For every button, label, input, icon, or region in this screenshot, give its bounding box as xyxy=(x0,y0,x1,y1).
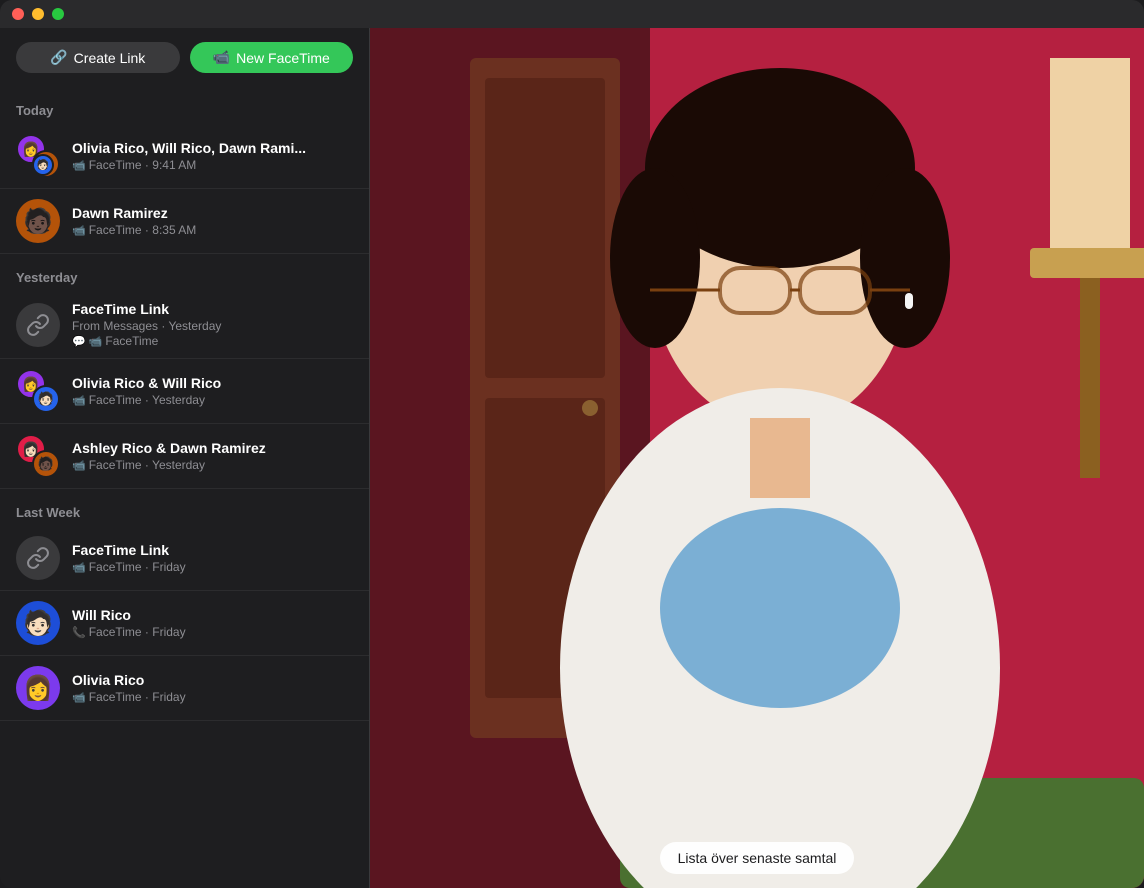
link-avatar xyxy=(16,536,60,580)
call-time: FaceTime · 8:35 AM xyxy=(89,223,197,237)
list-item[interactable]: 🧑🏻 Will Rico 📞 FaceTime · Friday xyxy=(0,591,369,656)
call-info: Will Rico 📞 FaceTime · Friday xyxy=(72,607,353,639)
maximize-button[interactable] xyxy=(52,8,64,20)
call-meta: 📞 FaceTime · Friday xyxy=(72,625,353,639)
call-time: FaceTime · Friday xyxy=(89,625,186,639)
avatar: 👩 xyxy=(16,666,60,710)
close-button[interactable] xyxy=(12,8,24,20)
section-today: Today xyxy=(0,87,369,124)
link-icon xyxy=(26,313,50,337)
call-time: FaceTime · Friday xyxy=(89,690,186,704)
call-info: Olivia Rico 📹 FaceTime · Friday xyxy=(72,672,353,704)
new-facetime-button[interactable]: 📹 New FaceTime xyxy=(190,42,354,73)
avatar: 🧑🏿 xyxy=(32,450,60,478)
call-info: Olivia Rico, Will Rico, Dawn Rami... 📹 F… xyxy=(72,140,353,172)
avatar: 🧑🏿 xyxy=(16,199,60,243)
minimize-button[interactable] xyxy=(32,8,44,20)
app-window: 🔗 Create Link 📹 New FaceTime Today 👩 🧑🏿 xyxy=(0,0,1144,888)
call-time: FaceTime · Yesterday xyxy=(89,393,205,407)
avatar-group: 👩 🧑🏻 xyxy=(16,369,60,413)
avatar-group: 👩🏻 🧑🏿 xyxy=(16,434,60,478)
avatar-group: 👩 🧑🏿 🧑🏻 xyxy=(16,134,60,178)
list-item[interactable]: 🧑🏿 Dawn Ramirez 📹 FaceTime · 8:35 AM xyxy=(0,189,369,254)
list-item[interactable]: FaceTime Link From Messages · Yesterday … xyxy=(0,291,369,359)
avatar: 🧑🏻 xyxy=(16,601,60,645)
section-lastweek: Last Week xyxy=(0,489,369,526)
call-name: Olivia Rico & Will Rico xyxy=(72,375,353,391)
call-meta: From Messages · Yesterday xyxy=(72,319,353,333)
call-name: Dawn Ramirez xyxy=(72,205,353,221)
new-facetime-label: New FaceTime xyxy=(236,50,330,66)
video-background xyxy=(370,28,1144,888)
caption-text: Lista över senaste samtal xyxy=(660,842,855,874)
call-meta: 📹 FaceTime · Yesterday xyxy=(72,393,353,407)
avatar: 🧑🏻 xyxy=(32,385,60,413)
video-icon: 📹 xyxy=(72,394,86,407)
call-time: FaceTime · 9:41 AM xyxy=(89,158,197,172)
call-name: FaceTime Link xyxy=(72,301,353,317)
list-item[interactable]: 👩🏻 🧑🏿 Ashley Rico & Dawn Ramirez 📹 FaceT… xyxy=(0,424,369,489)
create-link-label: Create Link xyxy=(74,50,146,66)
link-icon xyxy=(26,546,50,570)
call-time: FaceTime · Friday xyxy=(89,560,186,574)
call-info: Dawn Ramirez 📹 FaceTime · 8:35 AM xyxy=(72,205,353,237)
sidebar-buttons: 🔗 Create Link 📹 New FaceTime xyxy=(0,28,369,87)
call-info: FaceTime Link 📹 FaceTime · Friday xyxy=(72,542,353,574)
video-icon: 📹 xyxy=(72,459,86,472)
call-name: Will Rico xyxy=(72,607,353,623)
call-meta: 📹 FaceTime · 8:35 AM xyxy=(72,223,353,237)
phone-icon: 📞 xyxy=(72,626,86,639)
video-icon: 📹 xyxy=(72,224,86,237)
call-name: Olivia Rico xyxy=(72,672,353,688)
call-name: Olivia Rico, Will Rico, Dawn Rami... xyxy=(72,140,353,156)
call-time: FaceTime · Yesterday xyxy=(89,458,205,472)
call-name: Ashley Rico & Dawn Ramirez xyxy=(72,440,353,456)
caption-bar: Lista över senaste samtal xyxy=(370,828,1144,888)
video-icon: 📹 xyxy=(89,335,103,348)
list-item[interactable]: 👩 Olivia Rico 📹 FaceTime · Friday xyxy=(0,656,369,721)
msg-icon: 💬 xyxy=(72,335,86,348)
sidebar: 🔗 Create Link 📹 New FaceTime Today 👩 🧑🏿 xyxy=(0,28,370,888)
call-meta: 📹 FaceTime · 9:41 AM xyxy=(72,158,353,172)
call-meta2: 💬 📹 FaceTime xyxy=(72,334,353,348)
call-meta: 📹 FaceTime · Friday xyxy=(72,560,353,574)
sidebar-list: Today 👩 🧑🏿 🧑🏻 Olivia Rico, Will Rico, Da… xyxy=(0,87,369,888)
list-item[interactable]: FaceTime Link 📹 FaceTime · Friday xyxy=(0,526,369,591)
video-icon: 📹 xyxy=(72,561,86,574)
list-item[interactable]: 👩 🧑🏻 Olivia Rico & Will Rico 📹 FaceTime … xyxy=(0,359,369,424)
list-item[interactable]: 👩 🧑🏿 🧑🏻 Olivia Rico, Will Rico, Dawn Ram… xyxy=(0,124,369,189)
call-source: From Messages · Yesterday xyxy=(72,319,221,333)
section-yesterday: Yesterday xyxy=(0,254,369,291)
create-link-button[interactable]: 🔗 Create Link xyxy=(16,42,180,73)
video-area: Lista över senaste samtal xyxy=(370,28,1144,888)
video-camera-icon: 📹 xyxy=(213,49,230,66)
title-bar xyxy=(0,0,1144,28)
call-meta: 📹 FaceTime · Friday xyxy=(72,690,353,704)
call-info: Olivia Rico & Will Rico 📹 FaceTime · Yes… xyxy=(72,375,353,407)
call-name: FaceTime Link xyxy=(72,542,353,558)
main-content: 🔗 Create Link 📹 New FaceTime Today 👩 🧑🏿 xyxy=(0,28,1144,888)
avatar: 🧑🏻 xyxy=(32,154,54,176)
call-meta-container: From Messages · Yesterday 💬 📹 FaceTime xyxy=(72,317,353,348)
link-avatar xyxy=(16,303,60,347)
call-info: FaceTime Link From Messages · Yesterday … xyxy=(72,301,353,348)
call-meta: 📹 FaceTime · Yesterday xyxy=(72,458,353,472)
video-icon: 📹 xyxy=(72,159,86,172)
link-icon: 🔗 xyxy=(50,49,67,66)
call-info: Ashley Rico & Dawn Ramirez 📹 FaceTime · … xyxy=(72,440,353,472)
video-icon: 📹 xyxy=(72,691,86,704)
call-type: FaceTime xyxy=(105,334,158,348)
